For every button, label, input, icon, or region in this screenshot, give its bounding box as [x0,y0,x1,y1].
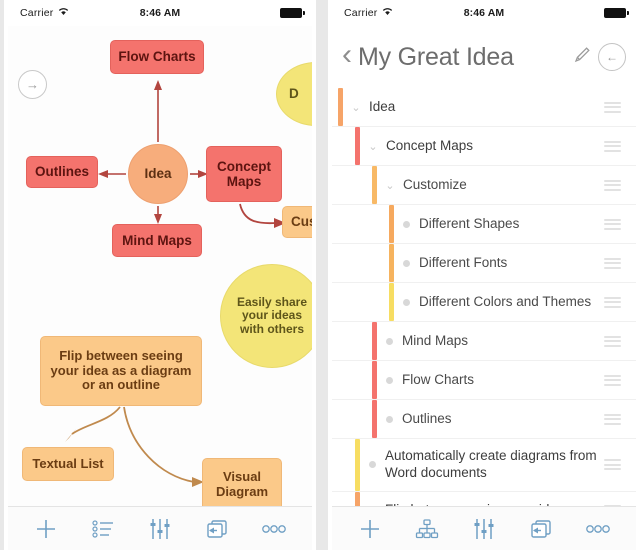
bullet-icon [403,259,410,267]
export-icon[interactable] [197,513,237,545]
node-outlines[interactable]: Outlines [26,156,98,188]
chevron-down-icon[interactable]: ⌄ [349,101,363,114]
status-bar: Carrier 8:46 AM [328,0,640,26]
node-visual-diagram[interactable]: Visual Diagram [202,458,282,506]
outline-row-label[interactable]: Customize [397,168,604,203]
chevron-down-icon[interactable]: ⌄ [366,140,380,153]
drag-handle-icon[interactable] [604,459,630,471]
outline-row-label[interactable]: Mind Maps [396,324,604,359]
sliders-icon[interactable] [140,513,180,545]
more-ooo-icon[interactable] [578,513,618,545]
level-color-bar [389,283,394,321]
level-color-bar [355,439,360,491]
battery-full-icon [280,8,305,18]
phone-left-diagram-view: Carrier 8:46 AM → Flow Charts Idea Outli… [4,0,316,550]
outline-row[interactable]: ⌄ Idea [332,88,636,127]
outline-row[interactable]: ⌄ Concept Maps [332,127,636,166]
outline-row[interactable]: ⌄ Customize [332,166,636,205]
level-color-bar [372,166,377,204]
bullet-icon [386,415,393,423]
arrow-left-circle-icon[interactable]: ← [598,43,626,71]
drag-handle-icon[interactable] [604,218,630,230]
outline-row-label[interactable]: Different Shapes [413,207,604,242]
bullet-icon [386,376,393,384]
level-color-bar [372,400,377,438]
drag-handle-icon[interactable] [604,179,630,191]
status-bar: Carrier 8:46 AM [4,0,316,26]
outline-row-label[interactable]: Idea [363,90,604,125]
level-color-bar [372,322,377,360]
arrow-right-circle-icon[interactable]: → [18,70,47,99]
outline-row-label[interactable]: Different Fonts [413,246,604,281]
battery-full-icon [604,8,629,18]
node-mind-maps[interactable]: Mind Maps [112,224,202,257]
outline-row[interactable]: Different Shapes [332,205,636,244]
node-customize[interactable]: Cus [282,206,312,238]
add-button[interactable] [26,513,66,545]
level-color-bar [355,127,360,165]
phone-right-outline-view: Carrier 8:46 AM ‹ My Great Idea ← ⌄ Idea… [328,0,640,550]
drag-handle-icon[interactable] [604,296,630,308]
level-color-bar [389,244,394,282]
node-concept-maps[interactable]: Concept Maps [206,146,282,202]
bulleted-list-icon[interactable] [83,513,123,545]
chevron-left-icon[interactable]: ‹ [338,40,358,74]
bullet-icon [403,220,410,228]
drag-handle-icon[interactable] [604,374,630,386]
outline-row[interactable]: Automatically create diagrams from Word … [332,439,636,492]
sliders-icon[interactable] [464,513,504,545]
level-color-bar [389,205,394,243]
outline-row[interactable]: Different Fonts [332,244,636,283]
page-title[interactable]: My Great Idea [358,43,571,72]
add-button[interactable] [350,513,390,545]
bullet-icon [386,337,393,345]
diagram-canvas[interactable]: → Flow Charts Idea Outlines Concept Maps… [8,26,312,506]
outline-row[interactable]: Outlines [332,400,636,439]
phone-screen: Carrier 8:46 AM → Flow Charts Idea Outli… [4,0,316,550]
node-idea[interactable]: Idea [128,144,188,204]
org-chart-icon[interactable] [407,513,447,545]
phone-screen: Carrier 8:46 AM ‹ My Great Idea ← ⌄ Idea… [328,0,640,550]
status-right [604,8,629,18]
outline-row[interactable]: Mind Maps [332,322,636,361]
outline-row-label[interactable]: Flip between seeing your idea as a [379,493,604,506]
export-icon[interactable] [521,513,561,545]
node-textual-list[interactable]: Textual List [22,447,114,481]
outline-row-label[interactable]: Concept Maps [380,129,604,164]
outline-row-label[interactable]: Outlines [396,402,604,437]
bullet-icon [403,298,410,306]
outline-list[interactable]: ⌄ Idea ⌄ Concept Maps ⌄ Customize Different Sh… [332,88,636,506]
node-flip[interactable]: Flip between seeing your idea as a diagr… [40,336,202,406]
clock-label: 8:46 AM [463,7,505,19]
drag-handle-icon[interactable] [604,101,630,113]
drag-handle-icon[interactable] [604,335,630,347]
bullet-icon [369,461,376,469]
level-color-bar [338,88,343,126]
status-right [280,8,305,18]
level-color-bar [355,491,360,506]
chevron-down-icon[interactable]: ⌄ [383,179,397,192]
document-header: ‹ My Great Idea ← [332,26,636,88]
more-ooo-icon[interactable] [254,513,294,545]
outline-row-label[interactable]: Flow Charts [396,363,604,398]
outline-row[interactable]: Different Colors and Themes [332,283,636,322]
level-color-bar [372,361,377,399]
outline-row[interactable]: Flip between seeing your idea as a [332,491,636,506]
drag-handle-icon[interactable] [604,257,630,269]
right-toolbar [332,506,636,550]
drag-handle-icon[interactable] [604,413,630,425]
clock-label: 8:46 AM [139,7,181,19]
pencil-icon[interactable] [573,45,592,69]
drag-handle-icon[interactable] [604,140,630,152]
outline-row[interactable]: Flow Charts [332,361,636,400]
left-toolbar [8,506,312,550]
outline-row-label[interactable]: Automatically create diagrams from Word … [379,439,604,491]
outline-row-label[interactable]: Different Colors and Themes [413,285,604,320]
node-flow-charts[interactable]: Flow Charts [110,40,204,74]
dual-phone-screenshot: Carrier 8:46 AM → Flow Charts Idea Outli… [0,0,640,550]
